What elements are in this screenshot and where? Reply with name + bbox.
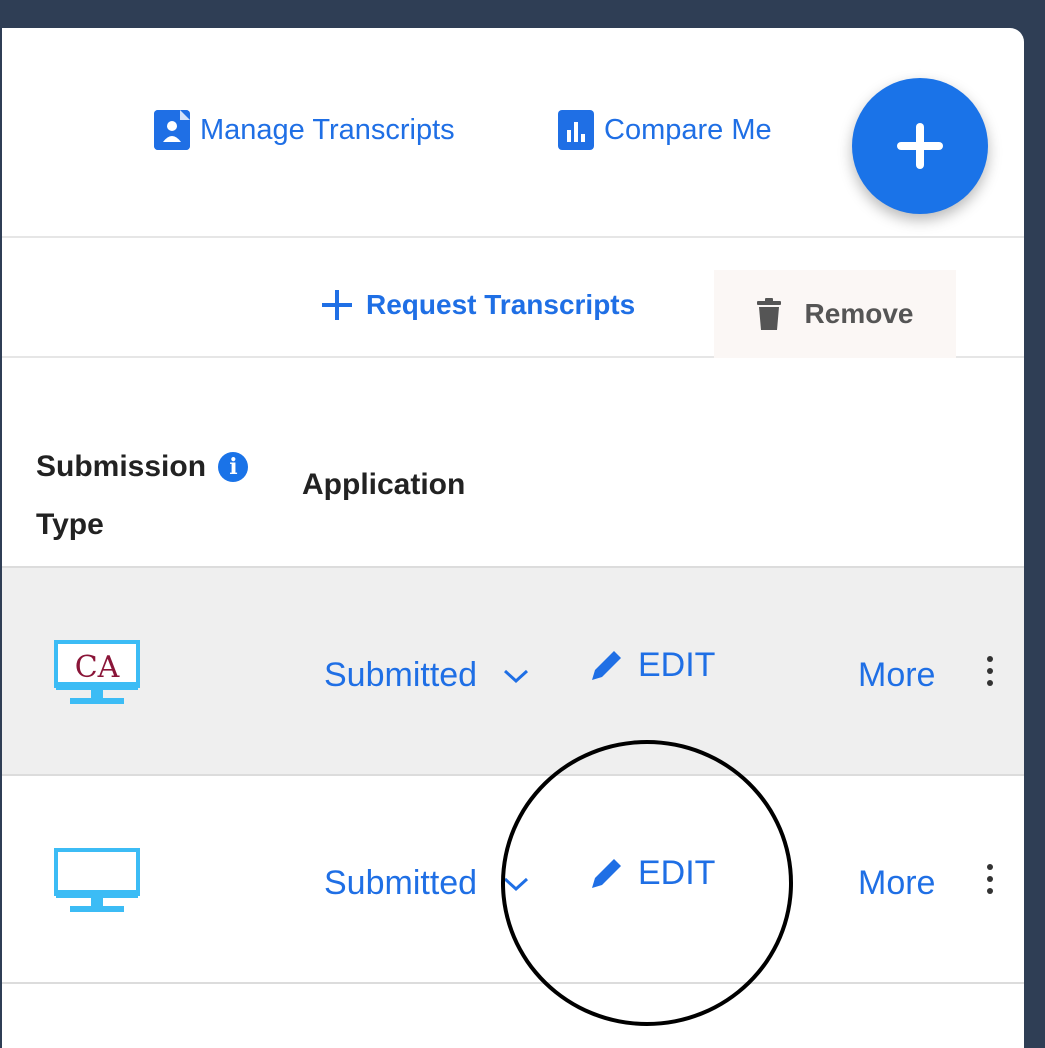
transcripts-card: Manage Transcripts Compare Me Request Tr…: [2, 28, 1024, 1048]
table-header: Submission i Type Application: [2, 358, 1024, 568]
kebab-menu-icon[interactable]: [987, 864, 997, 900]
transcript-document-icon: [154, 110, 190, 150]
chevron-down-icon: [504, 669, 529, 683]
status-dropdown[interactable]: Submitted: [324, 864, 529, 903]
manage-transcripts-label: Manage Transcripts: [200, 113, 455, 146]
status-dropdown[interactable]: Submitted: [324, 656, 529, 695]
submission-type-label: Submission: [36, 450, 207, 483]
add-button[interactable]: [852, 78, 988, 214]
column-header-submission-type: Submission i Type: [36, 438, 249, 554]
remove-label: Remove: [804, 298, 914, 329]
edit-button[interactable]: EDIT: [588, 854, 715, 893]
submission-type-label-line2: Type: [36, 508, 104, 541]
edit-button[interactable]: EDIT: [588, 646, 715, 685]
monitor-icon: [54, 848, 140, 917]
request-transcripts-button[interactable]: Request Transcripts: [320, 288, 635, 322]
edit-label: EDIT: [638, 854, 716, 892]
plus-icon: [897, 123, 943, 169]
column-header-application: Application: [302, 468, 466, 501]
common-app-monitor-icon: CA: [54, 640, 140, 709]
more-button[interactable]: More: [858, 656, 935, 695]
card-header: Manage Transcripts Compare Me: [2, 28, 1024, 238]
pencil-icon: [592, 858, 621, 888]
status-label: Submitted: [324, 864, 478, 902]
pencil-icon: [592, 650, 621, 680]
info-icon[interactable]: i: [218, 452, 249, 482]
plus-icon: [322, 290, 352, 320]
edit-label: EDIT: [638, 646, 716, 684]
trash-icon: [756, 298, 781, 330]
remove-button[interactable]: Remove: [714, 270, 956, 358]
table-row: Submitted EDIT More: [2, 776, 1024, 984]
table-toolbar: Request Transcripts Remove: [2, 238, 1024, 358]
manage-transcripts-link[interactable]: Manage Transcripts: [154, 110, 455, 150]
svg-text:CA: CA: [75, 650, 120, 685]
compare-me-label: Compare Me: [604, 113, 772, 146]
more-button[interactable]: More: [858, 864, 935, 903]
bar-chart-icon: [558, 110, 594, 150]
table-row: CA Submitted EDIT More: [2, 568, 1024, 776]
status-label: Submitted: [324, 656, 478, 694]
compare-me-link[interactable]: Compare Me: [558, 110, 772, 150]
kebab-menu-icon[interactable]: [987, 656, 997, 692]
request-transcripts-label: Request Transcripts: [366, 289, 636, 320]
chevron-down-icon: [504, 877, 529, 891]
